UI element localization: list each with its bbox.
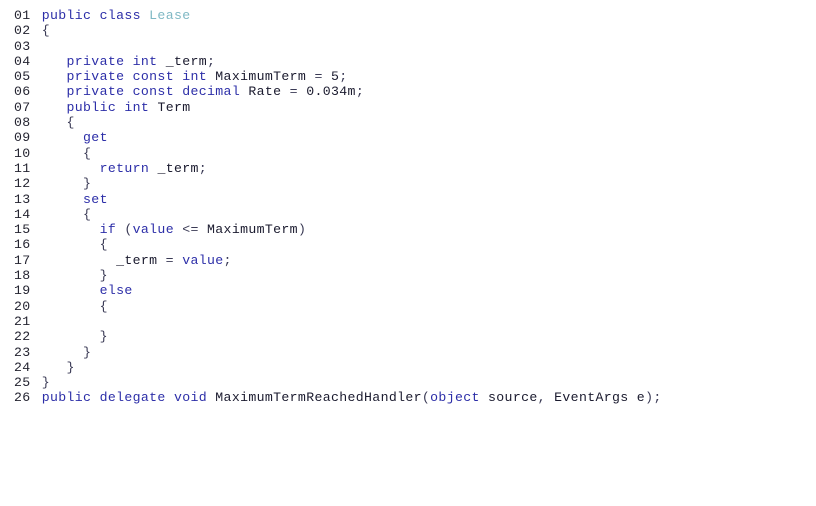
code-line: 17 _term = value;	[14, 253, 816, 268]
line-number: 02	[14, 23, 31, 39]
line-number: 23	[14, 344, 31, 360]
line-number: 21	[14, 313, 31, 329]
line-number: 07	[14, 99, 31, 115]
code-line: 20 {	[14, 299, 816, 314]
code-line: 01 public class Lease	[14, 8, 816, 23]
line-content: public int Term	[66, 99, 191, 115]
line-number: 03	[14, 38, 31, 54]
line-number: 20	[14, 298, 31, 314]
code-line: 11 return _term;	[14, 161, 816, 176]
line-number: 14	[14, 206, 31, 222]
code-line: 19 else	[14, 283, 816, 298]
code-line: 26 public delegate void MaximumTermReache…	[14, 390, 816, 405]
code-line: 16 {	[14, 237, 816, 252]
line-content: {	[41, 115, 75, 131]
code-line: 08 {	[14, 115, 816, 130]
line-number: 15	[14, 222, 31, 238]
code-line: 03	[14, 39, 816, 54]
line-content: {	[41, 298, 108, 314]
line-content: {	[41, 206, 92, 222]
line-content: private int _term;	[66, 53, 216, 69]
line-number: 13	[14, 191, 31, 207]
line-number: 11	[14, 160, 31, 176]
line-content: }	[41, 176, 92, 192]
line-content: }	[41, 375, 50, 391]
line-number: 10	[14, 145, 31, 161]
line-content: public delegate void MaximumTermReachedH…	[41, 390, 662, 406]
line-number: 06	[14, 84, 31, 100]
code-line: 10 {	[14, 146, 816, 161]
code-line: 09 get	[14, 130, 816, 145]
line-number: 22	[14, 329, 31, 345]
line-content: public class Lease	[41, 8, 191, 23]
line-number: 18	[14, 268, 31, 284]
line-number: 01	[14, 8, 31, 23]
line-content: private const int MaximumTerm = 5;	[66, 69, 348, 85]
code-line: 18 }	[14, 268, 816, 283]
line-content: }	[41, 329, 108, 345]
line-content: else	[99, 283, 133, 299]
line-content: }	[41, 359, 75, 375]
code-line: 22 }	[14, 329, 816, 344]
code-line: 14 {	[14, 207, 816, 222]
line-number: 26	[14, 390, 31, 406]
code-line: 07 public int Term	[14, 100, 816, 115]
line-number: 09	[14, 130, 31, 146]
line-number: 24	[14, 359, 31, 375]
line-content: {	[41, 145, 92, 161]
line-content: }	[41, 344, 92, 360]
code-line: 21	[14, 314, 816, 329]
code-line: 02 {	[14, 23, 816, 38]
line-number: 25	[14, 375, 31, 391]
line-number: 12	[14, 176, 31, 192]
code-line: 15 if (value <= MaximumTerm)	[14, 222, 816, 237]
line-content: }	[41, 268, 108, 284]
line-content: _term = value;	[116, 252, 232, 268]
line-number: 08	[14, 115, 31, 131]
line-content: return _term;	[99, 160, 208, 176]
line-number: 16	[14, 237, 31, 253]
code-line: 23 }	[14, 345, 816, 360]
line-number: 19	[14, 283, 31, 299]
line-content: set	[83, 191, 108, 207]
line-content: if (value <= MaximumTerm)	[99, 222, 307, 238]
line-content: private const decimal Rate = 0.034m;	[66, 84, 365, 100]
code-line: 13 set	[14, 192, 816, 207]
code-line: 04 private int _term;	[14, 54, 816, 69]
code-line: 12 }	[14, 176, 816, 191]
code-line: 24 }	[14, 360, 816, 375]
line-number: 17	[14, 252, 31, 268]
code-line: 05 private const int MaximumTerm = 5;	[14, 69, 816, 84]
line-number: 04	[14, 53, 31, 69]
line-content: get	[83, 130, 108, 146]
code-line: 06 private const decimal Rate = 0.034m;	[14, 84, 816, 99]
code-line: 25}	[14, 375, 816, 390]
line-number: 05	[14, 69, 31, 85]
code-listing: 01 public class Lease 02 {03 04 private int …	[0, 0, 816, 406]
line-content: {	[41, 237, 108, 253]
line-content: {	[41, 23, 50, 39]
